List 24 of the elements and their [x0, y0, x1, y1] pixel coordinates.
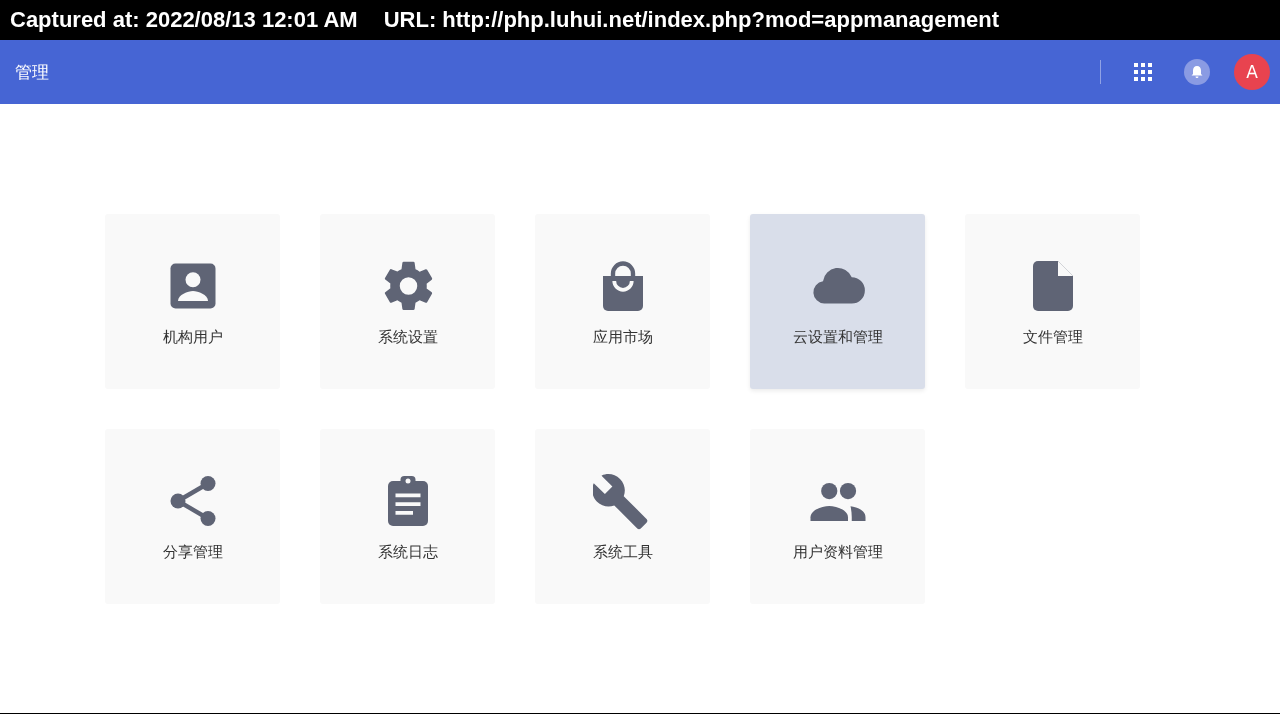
app-tile[interactable]: 应用市场 — [535, 214, 710, 389]
tile-label: 应用市场 — [592, 328, 653, 347]
tile-label: 文件管理 — [1022, 328, 1083, 347]
page-title: 管理 — [15, 60, 49, 84]
user-avatar[interactable]: A — [1234, 54, 1270, 90]
tile-label: 机构用户 — [162, 328, 223, 347]
tile-label: 分享管理 — [162, 543, 223, 562]
app-tile[interactable]: 系统工具 — [535, 429, 710, 604]
tile-label: 云设置和管理 — [792, 328, 883, 347]
tile-label: 系统日志 — [377, 543, 438, 562]
tile-label: 系统工具 — [592, 543, 653, 562]
tile-label: 系统设置 — [377, 328, 438, 347]
app-tile[interactable]: 分享管理 — [105, 429, 280, 604]
app-tile[interactable]: 文件管理 — [965, 214, 1140, 389]
app-tile[interactable]: 系统设置 — [320, 214, 495, 389]
capture-url: URL: http://php.luhui.net/index.php?mod=appmanagement — [383, 7, 1000, 33]
app-tile[interactable]: 云设置和管理 — [750, 214, 925, 389]
app-tile[interactable]: 用户资料管理 — [750, 429, 925, 604]
capture-time: Captured at: 2022/08/13 12:01 AM — [10, 7, 358, 33]
notification-bell-icon[interactable] — [1184, 59, 1210, 85]
apps-grid-icon[interactable] — [1134, 63, 1152, 81]
app-tile[interactable]: 系统日志 — [320, 429, 495, 604]
tile-label: 用户资料管理 — [792, 543, 883, 562]
app-tile[interactable]: 机构用户 — [105, 214, 280, 389]
